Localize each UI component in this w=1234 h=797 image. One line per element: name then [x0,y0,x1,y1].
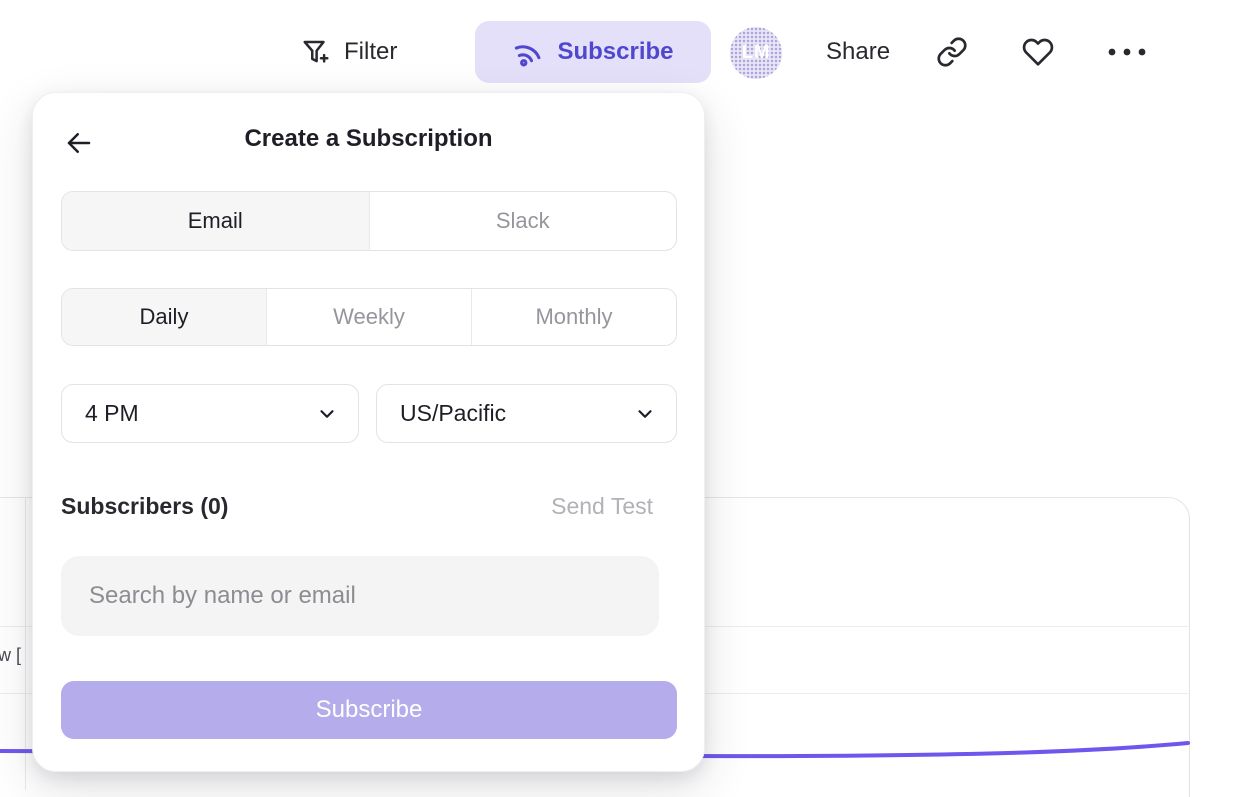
share-button[interactable]: Share [826,33,890,71]
link-icon [936,36,968,68]
tab-monthly[interactable]: Monthly [471,289,676,345]
subscribers-count-label: Subscribers (0) [61,493,228,520]
subscribe-submit-button[interactable]: Subscribe [61,681,677,739]
frequency-tabs: Daily Weekly Monthly [61,288,677,346]
timezone-select-value: US/Pacific [400,400,634,427]
share-label: Share [826,38,890,66]
tab-email[interactable]: Email [62,192,369,250]
avatar-initials: LM [742,42,770,64]
copy-link-button[interactable] [936,36,968,68]
user-avatar[interactable]: LM [730,27,782,79]
subscriber-search-input[interactable] [61,556,659,636]
subscribe-toolbar-button[interactable]: Subscribe [475,21,711,83]
chevron-down-icon [634,403,656,425]
filter-label: Filter [344,38,397,66]
more-options-button[interactable] [1106,40,1148,64]
chevron-down-icon [316,403,338,425]
time-select[interactable]: 4 PM [61,384,359,443]
rss-subscribe-icon [512,36,544,68]
time-select-value: 4 PM [85,400,316,427]
backdrop-column-divider [25,497,26,790]
tab-slack[interactable]: Slack [369,192,677,250]
send-test-link[interactable]: Send Test [551,493,653,520]
favorite-button[interactable] [1022,36,1054,68]
tab-weekly[interactable]: Weekly [266,289,471,345]
create-subscription-modal: Create a Subscription Email Slack Daily … [32,92,705,772]
backdrop-partial-cell-text: w [ [0,645,21,666]
timezone-select[interactable]: US/Pacific [376,384,677,443]
dashboard-toolbar: Filter Subscribe LM Share [0,0,1234,92]
ellipsis-icon [1106,40,1148,64]
heart-icon [1022,36,1054,68]
modal-title: Create a Subscription [33,125,704,153]
filter-funnel-plus-icon [301,37,331,67]
subscribe-toolbar-label: Subscribe [557,38,673,66]
channel-tabs: Email Slack [61,191,677,251]
subscribers-row: Subscribers (0) Send Test [61,493,653,523]
modal-header: Create a Subscription [33,123,704,163]
tab-daily[interactable]: Daily [62,289,266,345]
filter-button[interactable]: Filter [301,28,397,76]
